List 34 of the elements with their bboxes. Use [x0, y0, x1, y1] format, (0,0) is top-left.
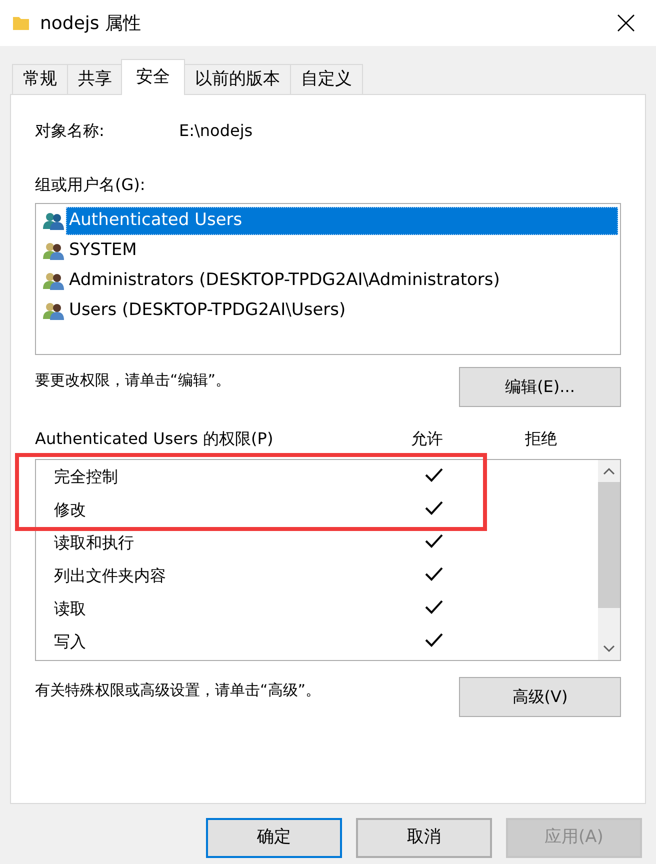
group-item[interactable]: Administrators (DESKTOP-TPDG2AI\Administrators) — [66, 268, 618, 294]
users-icon — [42, 271, 66, 291]
permission-name: 写入 — [54, 632, 86, 650]
folder-icon — [12, 14, 30, 32]
column-header: 拒绝 — [525, 428, 557, 450]
column-header: 允许 — [411, 428, 444, 450]
advanced-button[interactable]: 高级(V) — [459, 677, 621, 717]
permission-name: 修改 — [54, 500, 86, 518]
object-name-value: E:\nodejs — [179, 120, 253, 142]
scrollbar[interactable] — [598, 460, 620, 660]
dialog-button[interactable]: 确定 — [206, 818, 342, 858]
dialog-button[interactable]: 取消 — [356, 818, 492, 858]
window-title: nodejs 属性 — [40, 12, 142, 36]
permission-name: 读取和执行 — [54, 532, 134, 552]
permission-name: 完全控制 — [54, 466, 118, 486]
users-icon — [42, 301, 66, 321]
advanced-hint: 有关特殊权限或高级设置，请单击“高级”。 — [35, 680, 321, 701]
permission-name: 读取 — [54, 598, 86, 618]
tab[interactable]: 常规 — [12, 64, 68, 94]
users-icon — [42, 211, 66, 231]
close-icon — [617, 14, 635, 32]
scroll-thumb[interactable] — [598, 482, 620, 608]
group-item[interactable]: Users (DESKTOP-TPDG2AI\Users) — [66, 298, 618, 324]
edit-hint: 要更改权限，请单击“编辑”。 — [35, 370, 231, 391]
permissions-label: Authenticated Users 的权限(P) — [35, 428, 274, 450]
tab[interactable]: 安全 — [121, 59, 185, 95]
edit-button[interactable]: 编辑(E)... — [459, 367, 621, 407]
tab[interactable]: 自定义 — [290, 64, 363, 94]
permission-name: 列出文件夹内容 — [54, 566, 166, 584]
group-item[interactable]: Authenticated Users — [66, 207, 618, 235]
groups-label: 组或用户名(G): — [35, 174, 146, 196]
group-item[interactable]: SYSTEM — [66, 238, 618, 264]
users-icon — [42, 241, 66, 261]
object-name-label: 对象名称: — [35, 120, 106, 142]
